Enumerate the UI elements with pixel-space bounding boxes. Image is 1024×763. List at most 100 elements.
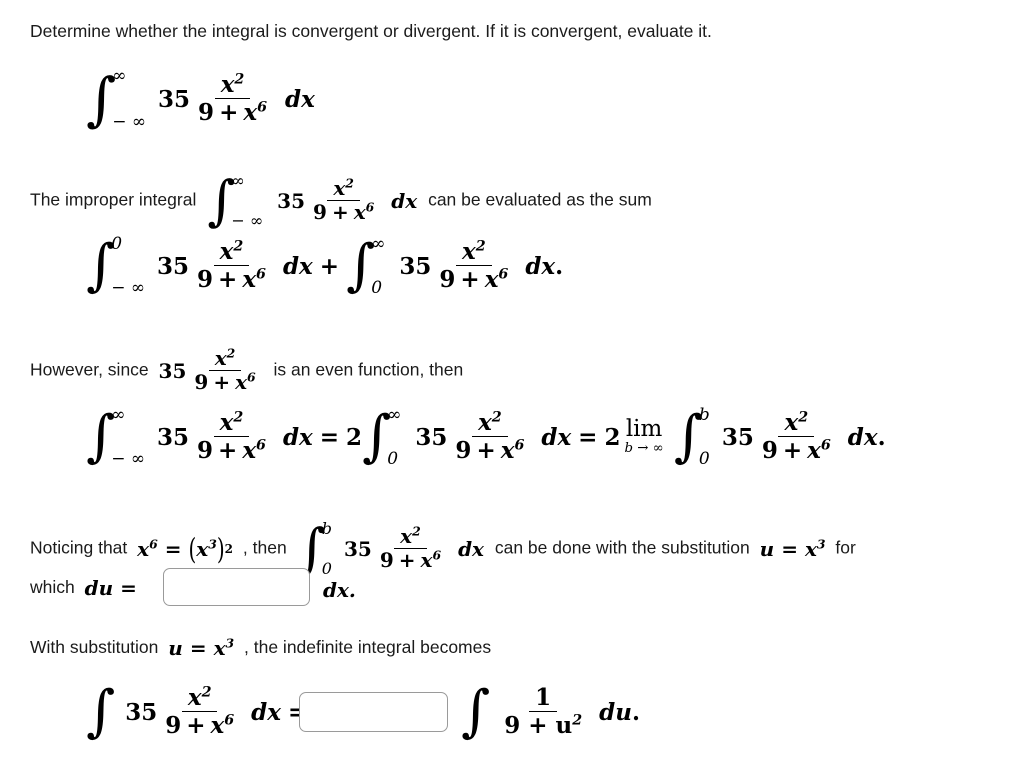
lower-limit: − ∞ xyxy=(112,112,147,132)
du-answer-input[interactable] xyxy=(163,568,310,606)
noticing-prefix: Noticing that xyxy=(30,537,128,558)
equals-operator: = xyxy=(164,536,182,561)
fraction-denominator: 9 + x6 xyxy=(313,199,375,224)
integral-sign: ∫ xyxy=(86,678,116,744)
inline-integral-b: ∫ b 0 35 x2 9 + x6 dx xyxy=(298,519,484,578)
equals-operator: = xyxy=(781,536,798,561)
substitution-answer-input[interactable] xyxy=(299,692,448,732)
upper-limit: 0 xyxy=(111,234,123,254)
limit-subscript: b → ∞ xyxy=(624,441,664,457)
fraction: x2 9 + x6 xyxy=(374,525,447,572)
then-text: , then xyxy=(242,537,287,558)
u-variable: u xyxy=(168,636,183,660)
upper-limit: ∞ xyxy=(111,405,126,425)
integral-sign-group: ∫ 0 − ∞ xyxy=(86,234,145,298)
differential-dx: dx xyxy=(458,536,484,561)
display-sum-of-integrals: ∫ 0 − ∞ 35 x2 9 + x6 dx + ∫ ∞ 0 35 x2 9 + x6… xyxy=(86,234,564,298)
improper-integral-prefix: The improper integral xyxy=(30,189,197,210)
fraction-denominator: 9 + x6 xyxy=(761,437,831,464)
differential-dx: dx xyxy=(541,423,572,451)
du-answer-line: which du = xyxy=(30,576,149,601)
x-power-three: x3 xyxy=(213,635,235,660)
fraction: x2 9 + x6 xyxy=(433,239,514,293)
even-function-prefix: However, since xyxy=(30,359,149,380)
coefficient: 35 xyxy=(157,423,190,451)
lower-limit: 0 xyxy=(387,449,399,469)
lower-limit: 0 xyxy=(321,559,332,578)
integral-sign-group: ∫ ∞ − ∞ xyxy=(207,171,264,230)
integral-limits: b 0 xyxy=(321,519,332,578)
integral-sign-group: ∫ ∞ 0 xyxy=(362,405,402,469)
right-paren: ) xyxy=(216,530,225,566)
inline-even-expression: 35 x2 9 + x6 xyxy=(159,347,264,394)
even-function-suffix: is an even function, then xyxy=(273,359,464,380)
coefficient: 35 xyxy=(157,252,190,280)
integral-sign-group: ∫ ∞ − ∞ xyxy=(86,405,145,469)
lower-limit: − ∞ xyxy=(111,449,145,469)
fraction-denominator: 9 + x6 xyxy=(194,369,256,394)
differential-dx: dx xyxy=(251,698,281,726)
upper-limit: ∞ xyxy=(231,171,245,190)
improper-integral-sentence: The improper integral ∫ ∞ − ∞ 35 x2 9 + x6… xyxy=(30,171,652,230)
display-u-integral: ∫ 1 9 + u2 du. xyxy=(461,683,640,741)
plus-operator: + xyxy=(319,252,340,280)
differential-dx: dx. xyxy=(525,252,564,280)
differential-du: du. xyxy=(599,698,640,726)
fraction-denominator: 9 + u2 xyxy=(504,712,583,739)
lower-limit: − ∞ xyxy=(231,211,264,230)
upper-limit: b xyxy=(321,519,332,538)
fraction-denominator: 9 + x6 xyxy=(165,712,235,739)
fraction-denominator: 9 + x6 xyxy=(455,437,525,464)
fraction-denominator: 9 + x6 xyxy=(439,266,509,293)
coefficient: 35 xyxy=(158,85,191,113)
fraction-denominator: 9 + x6 xyxy=(197,437,266,464)
integral-sign-group: ∫ xyxy=(461,683,490,741)
equals-operator: = xyxy=(319,423,340,451)
fraction-numerator: 1 xyxy=(529,685,558,712)
differential-dx: dx xyxy=(282,252,313,280)
coefficient: 35 xyxy=(399,252,432,280)
integral-limits: b 0 xyxy=(699,405,710,469)
equals-operator: = xyxy=(578,423,598,451)
upper-limit: ∞ xyxy=(112,66,127,86)
fraction: x2 9 + x6 xyxy=(159,685,240,739)
fraction-denominator: 9 + x6 xyxy=(197,266,266,293)
upper-limit: ∞ xyxy=(387,405,402,425)
fraction-numerator: x2 xyxy=(327,177,360,201)
differential-dx: dx xyxy=(391,188,418,213)
differential-dx: dx xyxy=(282,423,313,451)
integral-limits: ∞ 0 xyxy=(371,234,386,298)
fraction-numerator: x2 xyxy=(208,347,242,371)
substitution-suffix: can be done with the substitution xyxy=(494,537,750,558)
coefficient: 35 xyxy=(721,423,754,451)
coefficient: 35 xyxy=(415,423,448,451)
fraction: x2 9 + x6 xyxy=(191,410,272,464)
even-function-sentence: However, since 35 x2 9 + x6 is an even fun… xyxy=(30,347,464,394)
integral-limits: ∞ 0 xyxy=(387,405,402,469)
x-power-three: x3 xyxy=(196,535,217,561)
integral-limits: 0 − ∞ xyxy=(111,234,145,298)
integral-sign-group: ∫ xyxy=(86,683,115,741)
u-equals-x-cubed: u = x3 xyxy=(168,636,234,661)
fraction-numerator: x2 xyxy=(214,72,251,99)
improper-integral-suffix: can be evaluated as the sum xyxy=(428,189,652,210)
differential-dx: dx xyxy=(284,85,315,113)
upper-limit: ∞ xyxy=(371,234,386,254)
fraction-denominator: 9 + x6 xyxy=(198,99,267,126)
display-integral-1: ∫ ∞ − ∞ 35 x2 9 + x6 dx xyxy=(86,66,315,132)
fraction: x2 9 + x6 xyxy=(307,177,380,224)
fraction-numerator: x2 xyxy=(456,239,492,266)
fraction-numerator: x2 xyxy=(181,685,218,712)
fraction-denominator: 9 + x6 xyxy=(379,547,442,572)
lower-limit: − ∞ xyxy=(111,278,145,298)
fraction-numerator: x2 xyxy=(472,410,508,437)
with-substitution-suffix: , the indefinite integral becomes xyxy=(244,637,492,658)
fraction: x2 9 + x6 xyxy=(192,72,273,126)
fraction-u: 1 9 + u2 xyxy=(498,685,588,739)
integral-sign-group: ∫ b 0 xyxy=(674,405,710,469)
lower-limit: 0 xyxy=(371,278,383,298)
fraction-numerator: x2 xyxy=(213,410,250,437)
x-power-six: x6 xyxy=(137,535,158,561)
limit-operator: lim b → ∞ xyxy=(624,418,664,457)
x-power-three: x3 xyxy=(804,535,826,561)
